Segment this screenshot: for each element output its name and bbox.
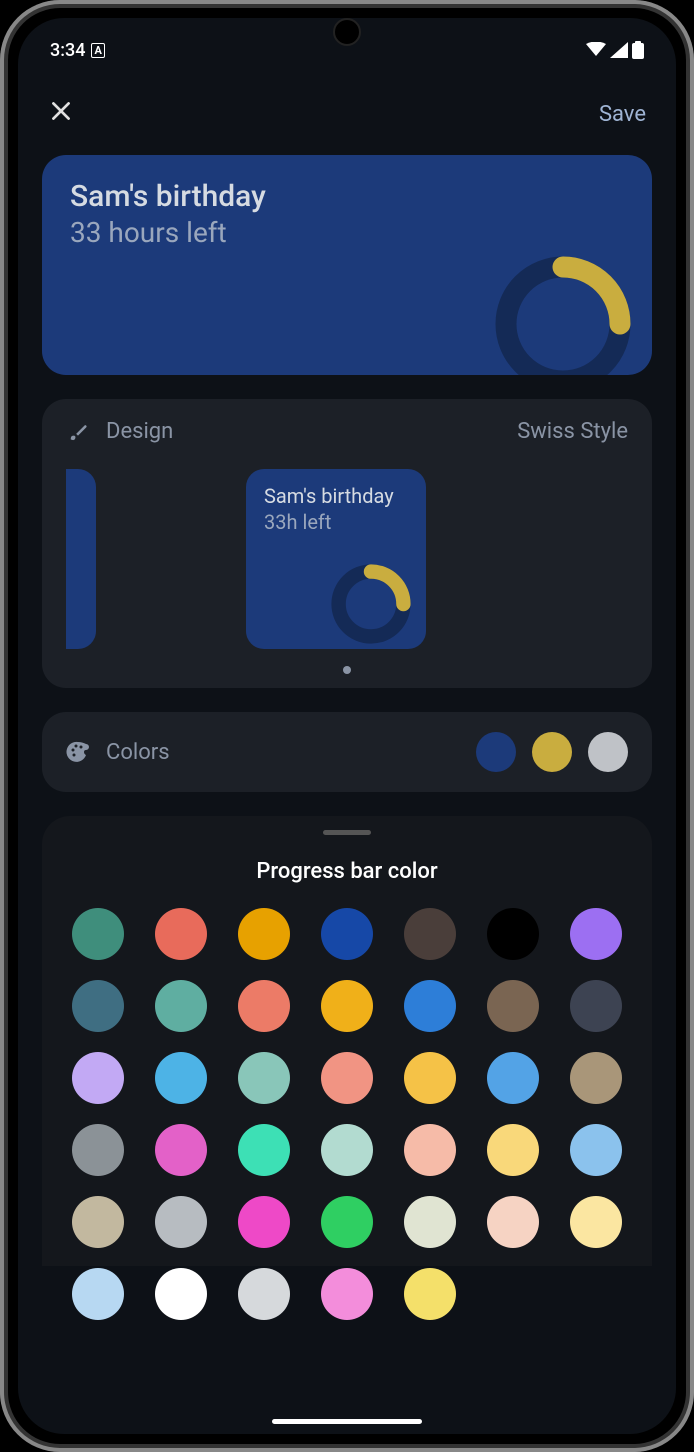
widget-preview-card: Sam's birthday 33 hours left bbox=[42, 155, 652, 375]
color-picker-panel: Progress bar color bbox=[42, 816, 652, 1266]
signal-icon bbox=[610, 42, 628, 58]
mini-progress-arc bbox=[326, 559, 416, 649]
color-swatch[interactable] bbox=[155, 980, 207, 1032]
color-swatch[interactable] bbox=[238, 1124, 290, 1176]
design-section: Design Swiss Style ay ft Sam's birthday … bbox=[42, 399, 652, 688]
carousel-dot bbox=[343, 666, 351, 674]
color-swatch[interactable] bbox=[72, 1268, 124, 1320]
color-swatch[interactable] bbox=[155, 1052, 207, 1104]
drag-handle[interactable] bbox=[323, 830, 371, 835]
color-swatch[interactable] bbox=[404, 980, 456, 1032]
palette-icon bbox=[66, 740, 90, 764]
color-swatch[interactable] bbox=[570, 980, 622, 1032]
color-swatch[interactable] bbox=[72, 1196, 124, 1248]
home-indicator[interactable] bbox=[272, 1419, 422, 1424]
color-swatch[interactable] bbox=[238, 1196, 290, 1248]
preview-title: Sam's birthday bbox=[70, 179, 624, 214]
color-swatch[interactable] bbox=[404, 908, 456, 960]
color-swatch[interactable] bbox=[487, 1196, 539, 1248]
color-swatch[interactable] bbox=[238, 1268, 290, 1320]
color-swatch[interactable] bbox=[404, 1268, 456, 1320]
color-swatch[interactable] bbox=[487, 908, 539, 960]
colors-label: Colors bbox=[106, 740, 170, 765]
color-swatch[interactable] bbox=[238, 908, 290, 960]
design-preview-carousel[interactable]: ay ft Sam's birthday 33h left bbox=[66, 464, 628, 654]
status-icons bbox=[586, 41, 644, 59]
phone-frame: 3:34 A Save Sam's birthday 33 hours left bbox=[0, 0, 694, 1452]
color-swatch[interactable] bbox=[321, 908, 373, 960]
brush-icon bbox=[66, 421, 90, 443]
color-swatch[interactable] bbox=[238, 1052, 290, 1104]
color-swatch[interactable] bbox=[570, 1052, 622, 1104]
color-swatch[interactable] bbox=[487, 1124, 539, 1176]
color-swatch[interactable] bbox=[321, 980, 373, 1032]
color-swatch[interactable] bbox=[321, 1052, 373, 1104]
design-label: Design bbox=[106, 419, 173, 444]
color-swatch[interactable] bbox=[404, 1196, 456, 1248]
color-swatch[interactable] bbox=[155, 908, 207, 960]
color-thumb-accent[interactable] bbox=[532, 732, 572, 772]
close-icon[interactable] bbox=[48, 98, 74, 131]
header: Save bbox=[18, 74, 676, 155]
progress-arc bbox=[488, 249, 638, 375]
color-swatch[interactable] bbox=[155, 1196, 207, 1248]
color-swatch[interactable] bbox=[72, 980, 124, 1032]
save-button[interactable]: Save bbox=[599, 102, 646, 127]
status-mode-icon: A bbox=[91, 43, 104, 58]
design-style-value: Swiss Style bbox=[517, 419, 628, 444]
design-preview-peek[interactable]: ay ft bbox=[66, 469, 96, 649]
color-swatch[interactable] bbox=[570, 908, 622, 960]
color-swatch[interactable] bbox=[570, 1196, 622, 1248]
picker-title: Progress bar color bbox=[66, 859, 628, 884]
color-swatch[interactable] bbox=[321, 1196, 373, 1248]
color-swatch[interactable] bbox=[404, 1052, 456, 1104]
color-swatch[interactable] bbox=[238, 980, 290, 1032]
color-swatch[interactable] bbox=[404, 1124, 456, 1176]
preview-subtitle: 33 hours left bbox=[70, 216, 624, 249]
camera-notch bbox=[333, 18, 361, 46]
color-swatch[interactable] bbox=[72, 1124, 124, 1176]
color-swatch[interactable] bbox=[487, 1052, 539, 1104]
color-thumb-text[interactable] bbox=[588, 732, 628, 772]
screen: 3:34 A Save Sam's birthday 33 hours left bbox=[18, 18, 676, 1434]
mini-subtitle: 33h left bbox=[264, 510, 408, 534]
color-swatch[interactable] bbox=[155, 1124, 207, 1176]
color-swatch[interactable] bbox=[155, 1268, 207, 1320]
battery-icon bbox=[632, 41, 644, 59]
color-swatch[interactable] bbox=[72, 908, 124, 960]
design-header[interactable]: Design Swiss Style bbox=[66, 419, 628, 444]
color-thumbs bbox=[476, 732, 628, 772]
color-swatch[interactable] bbox=[72, 1052, 124, 1104]
mini-title: Sam's birthday bbox=[264, 485, 408, 508]
color-swatch[interactable] bbox=[321, 1268, 373, 1320]
colors-section[interactable]: Colors bbox=[42, 712, 652, 792]
status-time: 3:34 bbox=[50, 40, 85, 61]
color-swatch[interactable] bbox=[321, 1124, 373, 1176]
design-preview-selected[interactable]: Sam's birthday 33h left bbox=[246, 469, 426, 649]
color-swatch[interactable] bbox=[570, 1124, 622, 1176]
color-thumb-bg[interactable] bbox=[476, 732, 516, 772]
swatch-grid bbox=[66, 908, 628, 1320]
wifi-icon bbox=[586, 42, 606, 58]
color-swatch[interactable] bbox=[487, 980, 539, 1032]
